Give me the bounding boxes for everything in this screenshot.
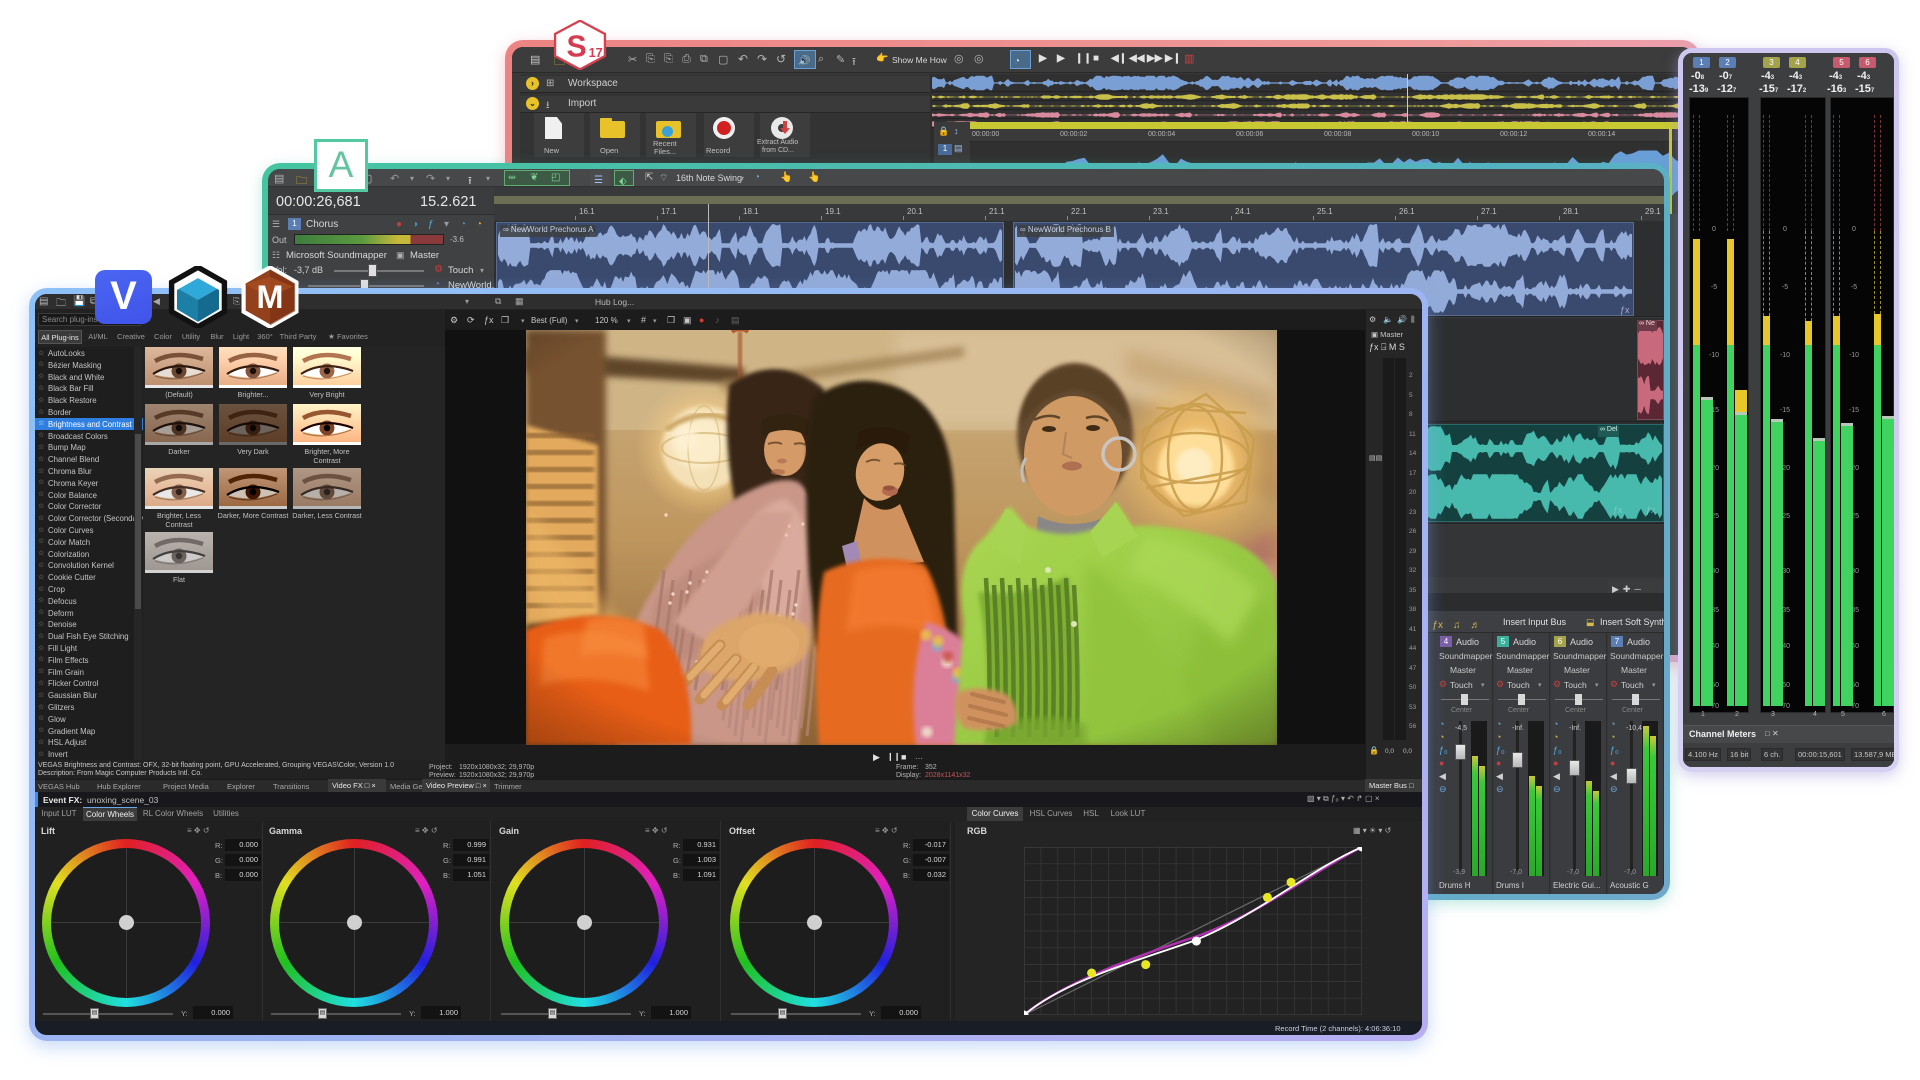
svg-text:17: 17 bbox=[589, 45, 603, 60]
svg-text:S: S bbox=[566, 31, 586, 64]
svg-text:M: M bbox=[257, 279, 284, 315]
